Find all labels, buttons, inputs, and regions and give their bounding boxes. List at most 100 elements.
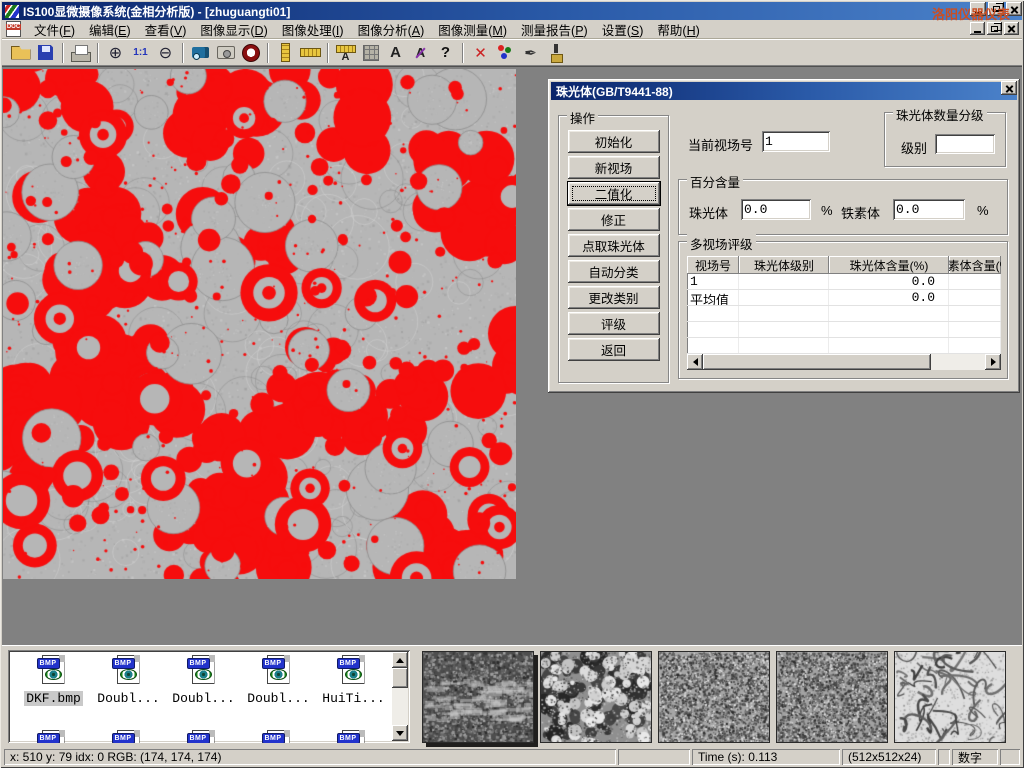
table-header: 视场号珠光体级别珠光体含量(%)铁素体含量(%) bbox=[687, 256, 1001, 274]
op-button-4[interactable]: 点取珠光体 bbox=[568, 234, 660, 257]
table-row[interactable] bbox=[687, 322, 1001, 338]
table-cell bbox=[949, 274, 1001, 289]
op-button-8[interactable]: 返回 bbox=[568, 338, 660, 361]
child-restore-button[interactable] bbox=[987, 22, 1002, 35]
table-cell bbox=[949, 322, 1001, 337]
op-button-0[interactable]: 初始化 bbox=[568, 130, 660, 153]
op-button-1[interactable]: 新视场 bbox=[568, 156, 660, 179]
menu-item-9[interactable]: 帮助(H) bbox=[650, 18, 706, 41]
spline-icon[interactable]: ✕ bbox=[468, 42, 493, 64]
menu-item-2[interactable]: 查看(V) bbox=[138, 18, 194, 41]
menu-item-1[interactable]: 编辑(E) bbox=[82, 18, 138, 41]
ferrite-percent-input[interactable] bbox=[893, 199, 965, 220]
help-icon[interactable]: ? bbox=[433, 42, 458, 64]
zoom-in-icon[interactable]: ⊕ bbox=[103, 42, 128, 64]
file-list-scrollbar[interactable] bbox=[392, 652, 408, 741]
ruler-icon[interactable] bbox=[298, 42, 323, 64]
dialog-titlebar[interactable]: 珠光体(GB/T9441-88) bbox=[551, 82, 1017, 100]
op-button-7[interactable]: 评级 bbox=[568, 312, 660, 335]
file-item-partial[interactable]: BMP bbox=[166, 730, 241, 743]
column-header-0[interactable]: 视场号 bbox=[687, 256, 739, 274]
current-field-label: 当前视场号 bbox=[688, 135, 753, 154]
zoom-out-icon[interactable]: ⊖ bbox=[153, 42, 178, 64]
actual-size-icon[interactable]: 1:1 bbox=[128, 42, 153, 64]
bmp-badge: BMP bbox=[37, 733, 60, 743]
micrograph-image[interactable] bbox=[3, 69, 516, 579]
grid-icon[interactable] bbox=[358, 42, 383, 64]
table-cell bbox=[687, 306, 739, 321]
brush-icon[interactable] bbox=[543, 42, 568, 64]
bmp-file-icon: BMP bbox=[37, 655, 71, 688]
vendor-watermark: 洛阳仪器仪表 bbox=[932, 4, 1010, 23]
column-header-3[interactable]: 铁素体含量(%) bbox=[949, 256, 1001, 274]
timer-icon[interactable] bbox=[238, 42, 263, 64]
file-item-partial[interactable]: BMP bbox=[241, 730, 316, 743]
bmp-file-icon: BMP bbox=[337, 655, 371, 688]
column-header-1[interactable]: 珠光体级别 bbox=[739, 256, 829, 274]
text-icon[interactable]: A bbox=[383, 42, 408, 64]
video-camera-icon[interactable] bbox=[188, 42, 213, 64]
menu-item-6[interactable]: 图像测量(M) bbox=[431, 18, 514, 41]
toolbar-separator bbox=[97, 43, 99, 63]
current-field-input[interactable] bbox=[762, 131, 830, 152]
menu-item-8[interactable]: 设置(S) bbox=[595, 18, 651, 41]
table-row[interactable] bbox=[687, 306, 1001, 322]
pen-icon[interactable]: ✒ bbox=[518, 42, 543, 64]
annotate-icon[interactable]: A bbox=[408, 42, 433, 64]
scrollbar-thumb[interactable] bbox=[703, 354, 931, 370]
menu-item-7[interactable]: 测量报告(P) bbox=[514, 18, 595, 41]
bmp-file-icon: BMP bbox=[262, 730, 296, 743]
scroll-down-button[interactable] bbox=[392, 725, 408, 741]
open-icon[interactable] bbox=[8, 42, 33, 64]
table-row[interactable] bbox=[687, 338, 1001, 354]
capture-icon[interactable] bbox=[213, 42, 238, 64]
scrollbar-track[interactable] bbox=[392, 688, 408, 725]
menu-item-5[interactable]: 图像分析(A) bbox=[351, 18, 432, 41]
bmp-badge: BMP bbox=[112, 733, 135, 743]
child-minimize-button[interactable] bbox=[970, 22, 985, 35]
file-item-partial[interactable]: BMP bbox=[316, 730, 391, 743]
op-button-5[interactable]: 自动分类 bbox=[568, 260, 660, 283]
caliper-icon[interactable] bbox=[273, 42, 298, 64]
scroll-left-button[interactable] bbox=[687, 354, 703, 370]
thumbnail-3[interactable] bbox=[658, 651, 770, 743]
menu-item-0[interactable]: 文件(F) bbox=[27, 18, 82, 41]
measure-icon[interactable]: A bbox=[333, 42, 358, 64]
bmp-file-icon: BMP bbox=[112, 730, 146, 743]
document-icon[interactable]: DOC bbox=[6, 21, 21, 37]
file-item-partial[interactable]: BMP bbox=[91, 730, 166, 743]
pearlite-percent-input[interactable] bbox=[741, 199, 811, 220]
thumbnail-4[interactable] bbox=[776, 651, 888, 743]
op-button-3[interactable]: 修正 bbox=[568, 208, 660, 231]
file-item-2[interactable]: BMPDoubl... bbox=[166, 655, 241, 706]
save-icon[interactable] bbox=[33, 42, 58, 64]
file-item-4[interactable]: BMPHuiTi... bbox=[316, 655, 391, 706]
table-cell bbox=[949, 306, 1001, 321]
file-item-0[interactable]: BMPDKF.bmp bbox=[16, 655, 91, 706]
toolbar-separator bbox=[62, 43, 64, 63]
child-close-button[interactable] bbox=[1004, 22, 1019, 35]
menu-item-4[interactable]: 图像处理(I) bbox=[275, 18, 351, 41]
column-header-2[interactable]: 珠光体含量(%) bbox=[829, 256, 949, 274]
file-item-1[interactable]: BMPDoubl... bbox=[91, 655, 166, 706]
thumbnail-2[interactable] bbox=[540, 651, 652, 743]
thumbnail-1[interactable] bbox=[422, 651, 534, 743]
scroll-up-button[interactable] bbox=[392, 652, 408, 668]
table-row[interactable]: 10.0 bbox=[687, 274, 1001, 290]
print-icon[interactable] bbox=[68, 42, 93, 64]
menu-item-3[interactable]: 图像显示(D) bbox=[193, 18, 274, 41]
thumbnail-5[interactable] bbox=[894, 651, 1006, 743]
level-input[interactable] bbox=[935, 134, 995, 154]
dialog-close-button[interactable] bbox=[1001, 81, 1017, 95]
classify-icon[interactable] bbox=[493, 42, 518, 64]
table-horizontal-scrollbar[interactable] bbox=[687, 354, 1001, 370]
table-row[interactable]: 平均值0.0 bbox=[687, 290, 1001, 306]
scroll-right-button[interactable] bbox=[985, 354, 1001, 370]
file-item-3[interactable]: BMPDoubl... bbox=[241, 655, 316, 706]
file-item-partial[interactable]: BMP bbox=[16, 730, 91, 743]
op-button-2[interactable]: 二值化 bbox=[568, 182, 660, 205]
table-cell bbox=[687, 322, 739, 337]
scrollbar-thumb[interactable] bbox=[392, 668, 408, 688]
scrollbar-track[interactable] bbox=[931, 354, 985, 370]
op-button-6[interactable]: 更改类别 bbox=[568, 286, 660, 309]
